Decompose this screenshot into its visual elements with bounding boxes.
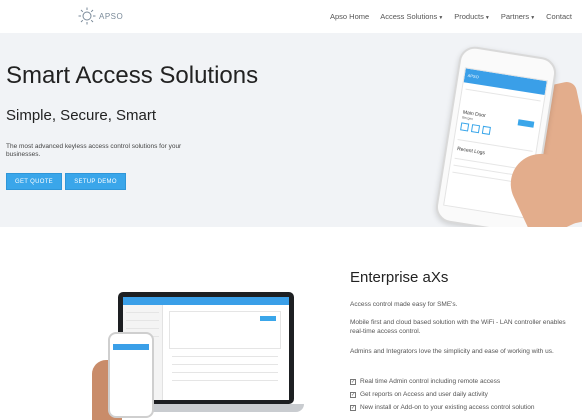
phone-mockup-small [108, 332, 154, 418]
hero-section: Smart Access Solutions Simple, Secure, S… [0, 33, 582, 227]
control-box [481, 125, 491, 135]
feature-item: ✓ New install or Add-on to your existing… [350, 404, 535, 411]
enterprise-paragraph: Admins and Integrators love the simplici… [350, 348, 554, 355]
nav-link-label: Partners [500, 12, 530, 21]
laptop-card [169, 311, 281, 349]
divider [172, 364, 278, 365]
nav-links: Apso Home Access Solutions▼ Products▼ Pa… [330, 12, 572, 21]
divider [126, 312, 159, 313]
phone-app-bar [113, 344, 149, 350]
checkbox-icon: ✓ [350, 378, 356, 385]
feature-text: Real time Admin control including remote… [360, 378, 501, 385]
feature-text: New install or Add-on to your existing a… [360, 404, 535, 411]
nav-link-partners[interactable]: Partners▼ [501, 12, 535, 21]
nav-link-apso-home[interactable]: Apso Home [330, 12, 369, 21]
control-box [470, 124, 481, 134]
nav-link-access-solutions[interactable]: Access Solutions▼ [380, 12, 443, 21]
laptop-app-bar [123, 297, 289, 305]
enterprise-title: Enterprise aXs [350, 269, 449, 286]
hero-subtitle: Simple, Secure, Smart [6, 107, 157, 124]
caret-down-icon: ▼ [438, 15, 444, 21]
logo-text: APSO [99, 11, 124, 21]
divider [172, 380, 278, 381]
checkbox-icon: ✓ [350, 391, 356, 398]
top-navigation: APSO Apso Home Access Solutions▼ Product… [0, 0, 582, 33]
hero-title: Smart Access Solutions [6, 62, 259, 89]
sun-logo-icon [78, 7, 96, 25]
setup-demo-button[interactable]: SETUP DEMO [65, 173, 126, 190]
logo[interactable]: APSO [78, 7, 123, 25]
enterprise-paragraph: Mobile first and cloud based solution wi… [350, 319, 566, 335]
laptop-card-button [260, 316, 276, 321]
control-box [460, 122, 470, 132]
nav-link-label: Products [454, 12, 484, 21]
feature-item: ✓ Get reports on Access and user daily a… [350, 391, 488, 398]
nav-link-label: Contact [546, 12, 572, 21]
get-quote-button[interactable]: GET QUOTE [6, 173, 62, 190]
nav-link-products[interactable]: Products▼ [454, 12, 490, 21]
nav-link-label: Access Solutions [380, 12, 438, 21]
nav-link-contact[interactable]: Contact [546, 12, 572, 21]
divider [172, 372, 278, 373]
feature-item: ✓ Real time Admin control including remo… [350, 378, 500, 385]
laptop-content [169, 311, 281, 388]
divider [126, 320, 159, 321]
feature-text: Get reports on Access and user daily act… [360, 391, 488, 398]
hero-description: The most advanced keyless access control… [6, 143, 182, 158]
caret-down-icon: ▼ [530, 15, 536, 21]
divider [126, 328, 159, 329]
divider [172, 356, 278, 357]
phone-app-name: APSO [467, 72, 480, 80]
caret-down-icon: ▼ [484, 15, 490, 21]
checkbox-icon: ✓ [350, 404, 356, 411]
enterprise-paragraph: Access control made easy for SME's. [350, 301, 458, 308]
nav-link-label: Apso Home [330, 12, 370, 21]
